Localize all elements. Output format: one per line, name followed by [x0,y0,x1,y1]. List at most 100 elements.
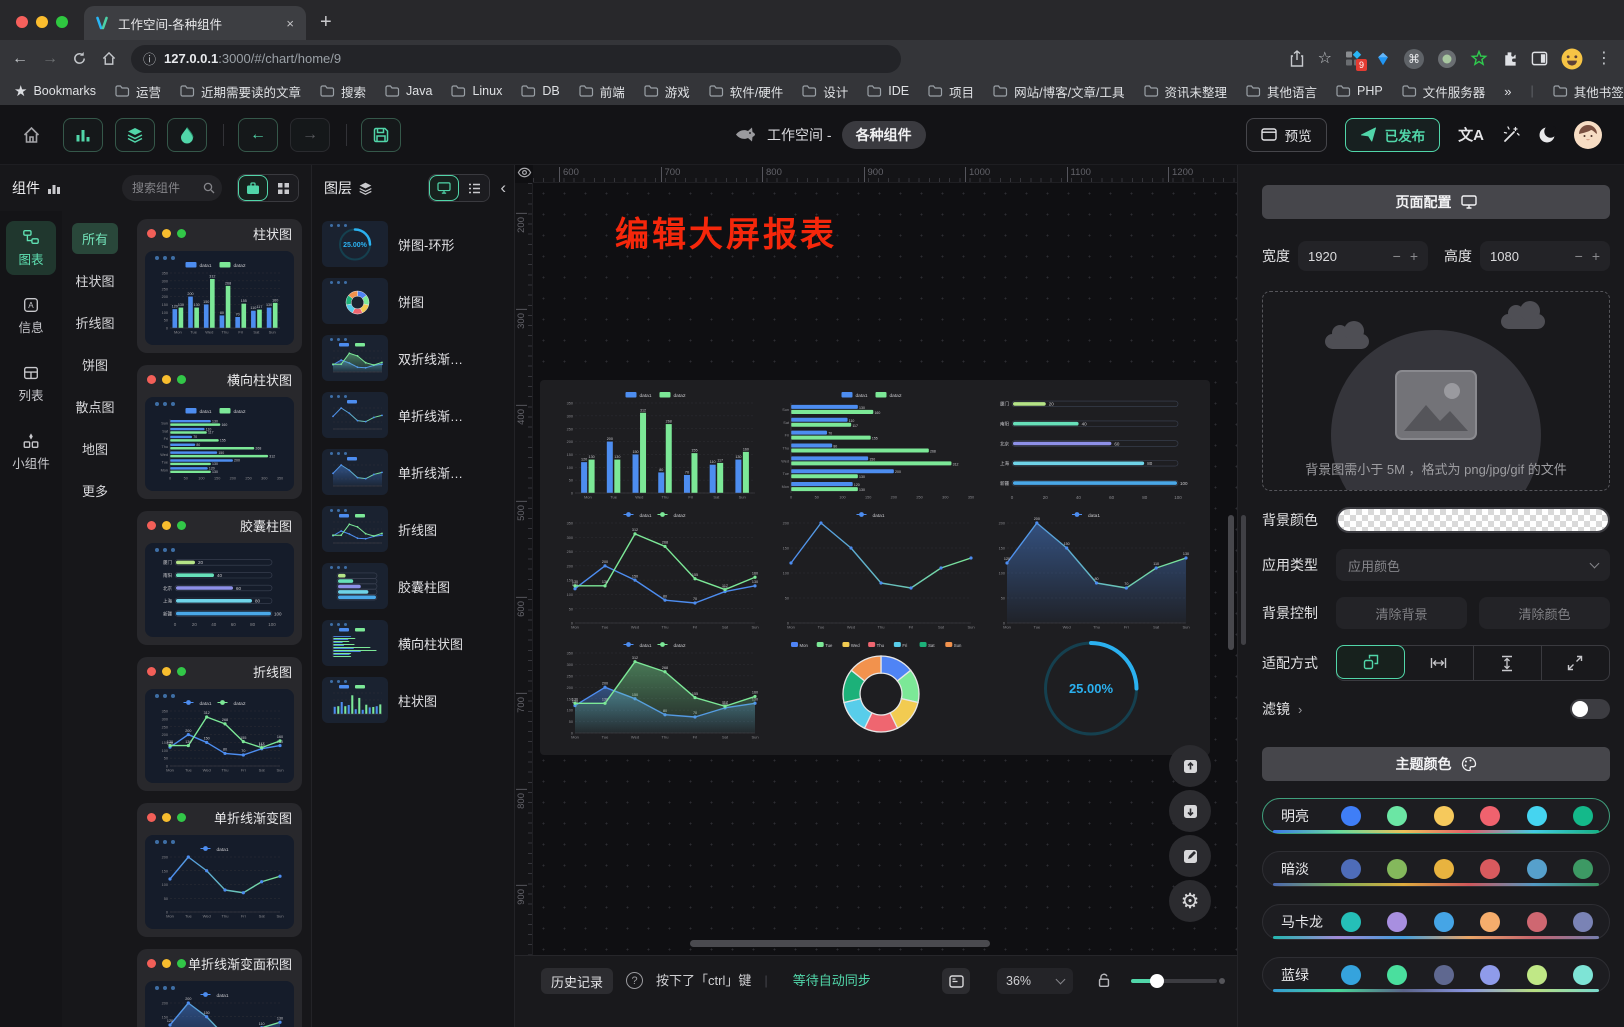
site-info-icon[interactable]: ⓘ [143,49,156,68]
app-type-select[interactable]: 应用颜色 [1336,549,1610,581]
bookmark-folder[interactable]: Java [385,84,432,98]
extensions-puzzle-icon[interactable] [1501,50,1518,67]
layer-item[interactable]: 胶囊柱图 [322,563,504,609]
component-thumbnail[interactable]: 厦门20南阳40北京60上海80新疆100020406080100 [145,543,294,637]
theme-color-dot[interactable] [1434,859,1454,879]
layer-item[interactable]: 单折线渐… [322,392,504,438]
bookmark-folder[interactable]: 其他语言 [1246,82,1317,101]
component-card[interactable]: 胶囊柱图 厦门20南阳40北京60上海80新疆100020406080100 [137,511,302,645]
expand-arrow-icon[interactable]: › [1298,702,1302,717]
width-value[interactable]: 1920 [1308,249,1337,264]
browser-tab[interactable]: 工作空间-各种组件 × [84,6,306,40]
theme-color-dot[interactable] [1434,806,1454,826]
nav-tab[interactable]: A信息 [6,289,56,343]
save-button[interactable] [361,118,401,152]
help-icon[interactable]: ? [626,972,643,989]
increment-icon[interactable]: + [1592,248,1600,264]
extension-icon-diamond[interactable] [1375,51,1391,67]
bookmark-folder[interactable]: 软件/硬件 [709,82,783,101]
theme-color-dot[interactable] [1387,859,1407,879]
bookmark-folder[interactable]: 前端 [579,82,625,101]
bookmark-folder[interactable]: 资讯未整理 [1144,82,1228,101]
nav-tab[interactable]: 列表 [6,357,56,411]
theme-color-header[interactable]: 主题颜色 [1262,747,1610,781]
profile-avatar[interactable] [1561,48,1583,70]
chart-panel-toggle-button[interactable] [63,118,103,152]
increment-icon[interactable]: + [1410,248,1418,264]
widget-horizontal-bar-chart[interactable]: data1data2050100150200250300350120200150… [770,390,981,505]
component-card[interactable]: 横向柱状图 data1data2050100150200250300350120… [137,365,302,499]
component-card[interactable]: 单折线渐变面积图 data105010015020012020015080701… [137,949,302,1027]
theme-color-dot[interactable] [1341,965,1361,985]
publish-button[interactable]: 已发布 [1345,118,1441,152]
horizontal-scrollbar[interactable] [690,940,990,947]
widget-dual-area-chart[interactable]: data1data2050100150200250300350120200150… [554,640,765,745]
slider-knob[interactable] [1150,974,1164,988]
category-item[interactable]: 柱状图 [66,265,125,296]
widget-capsule-chart[interactable]: 厦门20南阳40北京60上海80新疆100020406080100 [986,390,1196,505]
upload-button[interactable] [1169,745,1211,787]
bookmarks-manager-item[interactable]: ★Bookmarks [14,82,96,100]
component-thumbnail[interactable]: data1data2050100150200250300350120200150… [145,251,294,345]
layer-item[interactable]: 25.00% 饼图-环形 [322,221,504,267]
layer-item[interactable]: 横向柱状图 [322,620,504,666]
back-icon[interactable]: ← [12,51,28,67]
bookmarks-overflow-icon[interactable]: » [1504,84,1511,99]
canvas-title-text[interactable]: 编辑大屏报表 [615,207,837,256]
undo-button[interactable]: ← [238,118,278,152]
share-icon[interactable] [1289,50,1305,67]
theme-color-dot[interactable] [1387,806,1407,826]
extension-icon-cmd[interactable]: ⌘ [1404,49,1424,69]
extension-icon-circle[interactable] [1437,49,1457,69]
component-thumbnail[interactable]: data1data2050100150200250300350120200150… [145,689,294,783]
bookmark-folder[interactable]: 运营 [115,82,161,101]
settings-gear-icon[interactable]: ⚙ [1169,880,1211,922]
page-config-header[interactable]: 页面配置 [1262,185,1610,219]
theme-color-dot[interactable] [1434,965,1454,985]
fit-scale-button[interactable] [1336,645,1405,679]
category-item[interactable]: 饼图 [72,349,118,380]
fit-height-button[interactable] [1474,646,1542,680]
theme-color-dot[interactable] [1387,965,1407,985]
decrement-icon[interactable]: − [1575,248,1583,264]
theme-color-dot[interactable] [1527,806,1547,826]
dashboard-panel[interactable]: data1data2050100150200250300350120200150… [540,380,1210,755]
component-card[interactable]: 柱状图 data1data205010015020025030035012020… [137,219,302,353]
dark-mode-moon-icon[interactable] [1538,126,1556,144]
magic-wand-icon[interactable] [1502,126,1520,144]
home-icon[interactable] [101,51,117,66]
history-button[interactable]: 历史记录 [541,968,613,994]
grid-view-toggle[interactable] [268,175,298,201]
panel-scrollbar[interactable] [1241,515,1246,645]
width-stepper[interactable]: 1920−+ [1298,241,1428,271]
component-thumbnail[interactable]: data1data2050100150200250300350120200150… [145,397,294,491]
fit-stretch-button[interactable] [1542,646,1609,680]
category-item[interactable]: 散点图 [66,391,125,422]
layer-item[interactable]: 双折线渐… [322,335,504,381]
bookmark-folder[interactable]: Linux [451,84,502,98]
zoom-slider[interactable] [1131,968,1217,994]
url-bar[interactable]: ⓘ 127.0.0.1:3000/#/chart/home/9 [131,45,901,73]
filter-toggle-switch[interactable] [1570,699,1610,719]
language-toggle-icon[interactable]: 文A [1458,124,1484,145]
theme-color-dot[interactable] [1480,859,1500,879]
reload-icon[interactable] [72,51,87,66]
macos-window-controls[interactable] [0,16,84,40]
theme-color-dot[interactable] [1341,859,1361,879]
theme-color-dot[interactable] [1434,912,1454,932]
theme-option-bluegreen[interactable]: 蓝绿 [1262,957,1610,993]
widget-donut-chart[interactable]: MonTueWedThuFriSatSun [770,640,981,745]
category-item[interactable]: 折线图 [66,307,125,338]
category-item[interactable]: 更多 [72,475,118,506]
widget-dual-line-chart[interactable]: data1data2050100150200250300350120200150… [554,510,765,635]
bookmark-folder[interactable]: 游戏 [644,82,690,101]
component-thumbnail[interactable]: data1050100150200MonTueWedThuFriSatSun [145,835,294,929]
widget-bar-chart[interactable]: data1data2050100150200250300350120200150… [554,390,765,505]
theme-color-dot[interactable] [1480,912,1500,932]
theme-color-dot[interactable] [1573,859,1593,879]
layer-item[interactable]: 单折线渐… [322,449,504,495]
bookmark-folder[interactable]: 近期需要读的文章 [180,82,301,101]
background-upload-dropzone[interactable]: 背景图需小于 5M ，格式为 png/jpg/gif 的文件 [1262,291,1610,491]
layer-item[interactable]: 饼图 [322,278,504,324]
sidebar-toggle-icon[interactable] [1531,50,1548,67]
